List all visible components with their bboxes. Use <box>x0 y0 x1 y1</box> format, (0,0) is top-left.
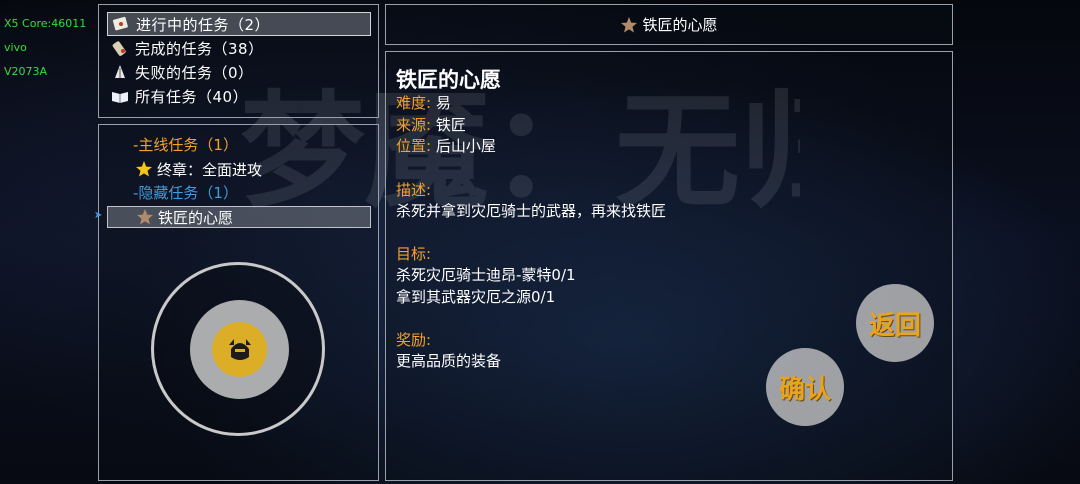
debug-core: X5 Core:46011 <box>4 17 87 30</box>
debug-model: V2073A <box>4 65 48 78</box>
quest-item-final-chapter[interactable]: 终章：全面进攻 <box>135 158 262 180</box>
category-label: -主线任务（1） <box>133 135 238 154</box>
description-text: 杀死并拿到灾厄骑士的武器，再来找铁匠 <box>396 202 667 220</box>
broken-arrow-icon <box>115 65 125 78</box>
quest-detail-panel: 铁匠的心愿 难度: 易 来源: 铁匠 位置: 后山小屋 描述: 杀死并拿到灾厄骑… <box>385 51 953 481</box>
difficulty-label: 难度: <box>396 94 432 112</box>
reward-text: 更高品质的装备 <box>396 352 502 370</box>
debug-brand: vivo <box>4 41 27 54</box>
objective-label: 目标: <box>396 245 432 263</box>
joystick-knob[interactable] <box>212 322 267 377</box>
source-row: 来源: 铁匠 <box>396 114 466 135</box>
quest-title-row: 铁匠的心愿 <box>386 5 952 44</box>
debug-overlay: X5 Core:46011 vivo V2073A <box>4 12 86 84</box>
quest-filter-panel: 进行中的任务（2） 完成的任务（38） 失败的任务（0） 所有任务（40） <box>98 4 379 118</box>
category-main-quests[interactable]: -主线任务（1） <box>133 133 238 155</box>
filter-all[interactable]: 所有任务（40） <box>107 84 371 108</box>
detail-title: 铁匠的心愿 <box>396 68 501 92</box>
filter-label: 完成的任务（38） <box>135 39 264 58</box>
description-label: 描述: <box>396 181 432 199</box>
parchment-icon <box>112 41 126 56</box>
reward-label: 奖励: <box>396 331 432 349</box>
source-value: 铁匠 <box>435 116 466 134</box>
filter-failed[interactable]: 失败的任务（0） <box>107 60 371 84</box>
objective-1: 杀死灾厄骑士迪昂-蒙特0/1 <box>396 266 576 284</box>
filter-in-progress[interactable]: 进行中的任务（2） <box>107 12 371 36</box>
quest-tree-panel: -主线任务（1） 终章：全面进攻 -隐藏任务（1） 铁匠的心愿 <box>98 124 379 481</box>
quest-label: 终章：全面进攻 <box>157 160 263 179</box>
quest-title: 铁匠的心愿 <box>642 16 718 34</box>
joystick-pad[interactable] <box>190 300 289 399</box>
open-book-icon <box>112 92 128 103</box>
location-row: 位置: 后山小屋 <box>396 135 496 156</box>
quest-label: 铁匠的心愿 <box>158 208 234 227</box>
objective-2: 拿到其武器灾厄之源0/1 <box>396 288 556 306</box>
virtual-joystick[interactable] <box>151 262 325 436</box>
back-button[interactable]: 返回 <box>856 284 934 362</box>
filter-label: 所有任务（40） <box>135 87 249 106</box>
selection-pointer-icon: ➤ <box>94 210 103 221</box>
confirm-button[interactable]: 确认 <box>766 348 844 426</box>
source-label: 来源: <box>396 116 432 134</box>
category-hidden-quests[interactable]: -隐藏任务（1） <box>133 181 238 203</box>
difficulty-value: 易 <box>435 94 451 112</box>
filter-completed[interactable]: 完成的任务（38） <box>107 36 371 60</box>
bronze-star-icon <box>137 209 153 225</box>
location-value: 后山小屋 <box>435 137 496 155</box>
gold-star-icon <box>136 161 152 177</box>
quest-item-blacksmith-wish[interactable]: 铁匠的心愿 <box>107 206 371 228</box>
warrior-helmet-icon <box>228 338 251 360</box>
scroll-note-icon <box>112 16 128 31</box>
bronze-star-icon <box>621 16 638 32</box>
filter-label: 失败的任务（0） <box>135 63 254 82</box>
location-label: 位置: <box>396 137 432 155</box>
quest-title-bar: 铁匠的心愿 <box>385 4 953 45</box>
filter-label: 进行中的任务（2） <box>136 15 271 34</box>
difficulty-row: 难度: 易 <box>396 92 451 113</box>
category-label: -隐藏任务（1） <box>133 183 238 202</box>
